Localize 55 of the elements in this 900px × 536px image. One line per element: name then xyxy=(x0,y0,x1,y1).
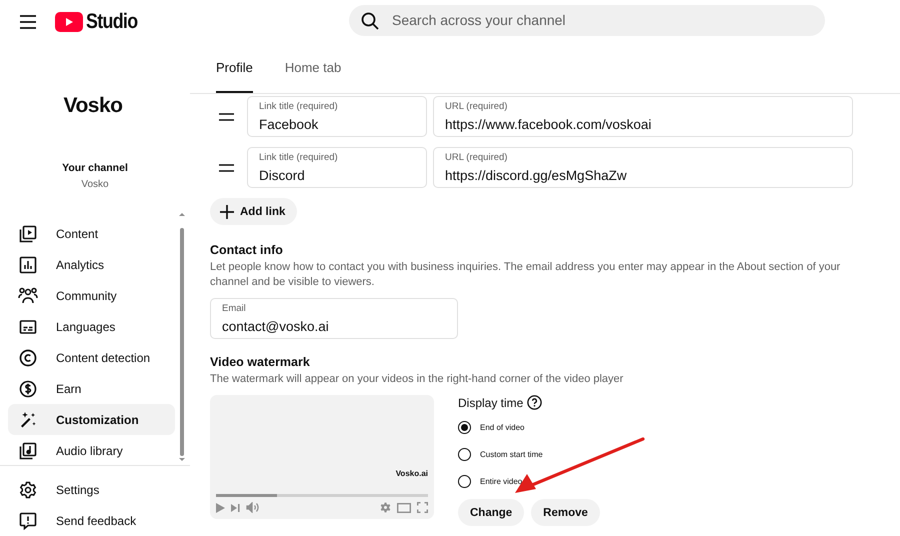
channel-name: Vosko xyxy=(81,179,109,190)
action-button[interactable]: Remove xyxy=(531,499,600,526)
copyright-icon xyxy=(18,348,38,366)
volume-icon[interactable] xyxy=(246,502,259,513)
theater-mode-icon[interactable] xyxy=(397,502,411,512)
nav-item[interactable]: Languages xyxy=(8,311,175,342)
settings-icon[interactable] xyxy=(380,502,391,513)
add-link-button[interactable]: Add link xyxy=(210,198,298,225)
bar-chart-icon xyxy=(18,256,38,274)
dollar-icon xyxy=(18,380,38,398)
field-label: Email xyxy=(222,303,246,314)
watermark-logo: Vosko.ai xyxy=(396,469,428,478)
search-icon xyxy=(361,12,379,30)
drag-handle-icon[interactable] xyxy=(219,112,234,120)
tab[interactable]: Home tab xyxy=(284,44,342,93)
menu-icon xyxy=(19,15,37,29)
nav-item[interactable]: Settings xyxy=(8,474,182,505)
action-button[interactable]: Change xyxy=(458,499,524,526)
music-library-icon xyxy=(18,442,38,460)
help-icon[interactable] xyxy=(527,395,542,410)
subtitles-icon xyxy=(18,318,38,336)
field-label: Link title (required) xyxy=(259,101,338,112)
field-label: URL (required) xyxy=(445,101,508,112)
nav-item[interactable]: Analytics xyxy=(8,249,175,280)
people-icon xyxy=(18,286,38,304)
play-icon[interactable] xyxy=(216,502,225,512)
video-library-icon xyxy=(18,224,38,242)
section-heading: Contact info xyxy=(210,243,284,257)
tab[interactable]: Profile xyxy=(216,44,253,93)
nav-item[interactable]: Audio library xyxy=(8,435,175,465)
brand-name: Studio xyxy=(86,10,138,34)
nav-item[interactable]: Content detection xyxy=(8,342,175,373)
option-label: Display time xyxy=(458,396,524,410)
next-icon[interactable] xyxy=(231,502,240,512)
nav-item[interactable]: Send feedback xyxy=(8,505,182,536)
settings-icon xyxy=(18,480,38,498)
search-field[interactable]: Search across your channel xyxy=(349,4,825,36)
radio-option[interactable]: Custom start time xyxy=(458,441,600,468)
drag-handle-icon[interactable] xyxy=(219,164,234,172)
nav-item[interactable]: Customization xyxy=(8,404,175,435)
nav-item[interactable]: Earn xyxy=(8,373,175,404)
plus-icon xyxy=(220,204,234,218)
section-heading: Video watermark xyxy=(210,355,311,369)
nav-item[interactable]: Community xyxy=(8,280,175,311)
feedback-icon xyxy=(18,512,38,530)
fullscreen-icon[interactable] xyxy=(417,502,428,513)
radio-option[interactable]: End of video xyxy=(458,414,600,441)
section-description: Let people know how to contact you with business inquiries. The email address you enter may appear in the About section of your channel and be visible to viewers. xyxy=(210,260,842,290)
play-logo-icon xyxy=(55,12,83,32)
channel-label: Your channel xyxy=(62,162,128,174)
section-description: The watermark will appear on your videos in the right-hand corner of the video player xyxy=(210,372,624,387)
field-label: Link title (required) xyxy=(259,152,338,163)
nav-item[interactable]: Content xyxy=(8,218,175,249)
channel-logo: Vosko xyxy=(64,94,122,118)
field-label: URL (required) xyxy=(445,152,508,163)
